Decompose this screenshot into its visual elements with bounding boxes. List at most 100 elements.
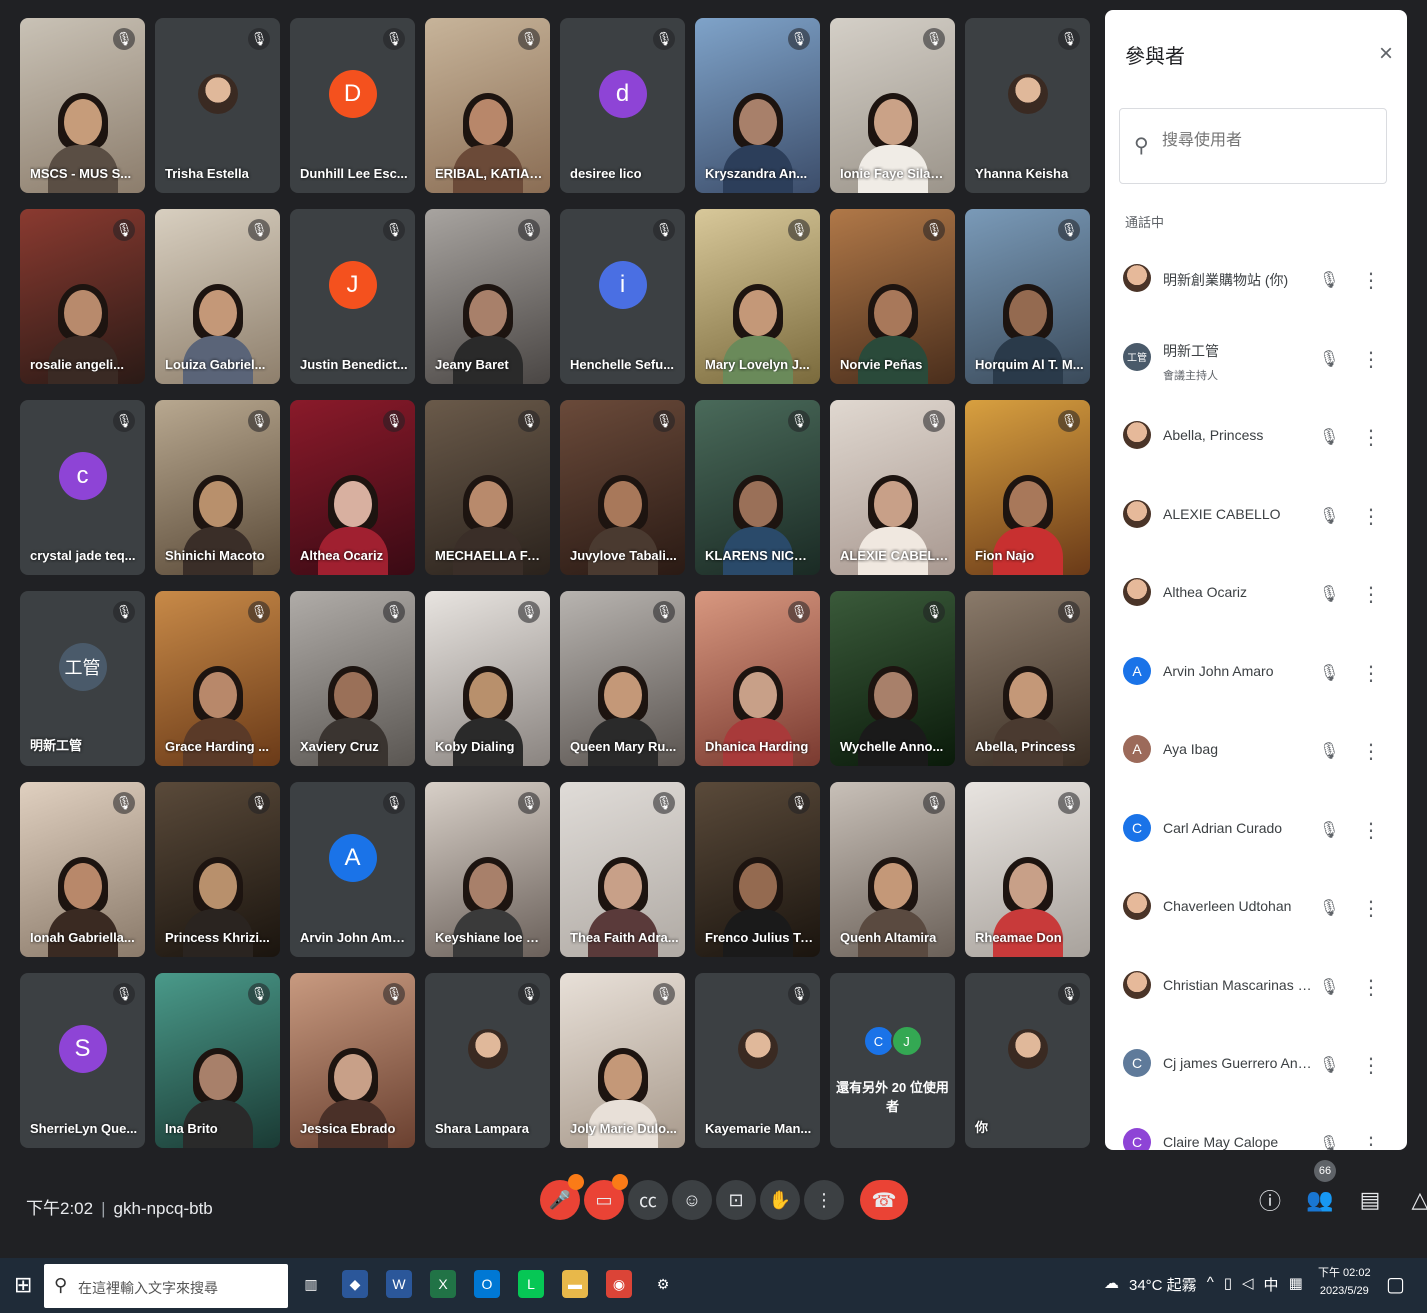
participant-row[interactable]: 明新創業購物站 (你) 🎙 ⋮ (1105, 246, 1407, 325)
participant-tile[interactable]: 🎙 Mary Lovelyn J... (695, 209, 820, 384)
participant-row[interactable]: Chaverleen Udtohan 🎙 ⋮ (1105, 874, 1407, 953)
participant-tile[interactable]: 🎙 Ina Brito (155, 973, 280, 1148)
word-icon[interactable]: W (386, 1270, 412, 1298)
participant-tile[interactable]: 🎙 MECHAELLA FA... (425, 400, 550, 575)
participant-tile[interactable]: 🎙 ALEXIE CABELLO (830, 400, 955, 575)
captions-button[interactable]: ㏄ (628, 1180, 668, 1220)
more-vert-icon[interactable]: ⋮ (1361, 425, 1381, 450)
participant-tile[interactable]: 🎙 Juvylove Tabali... (560, 400, 685, 575)
outlook-icon[interactable]: O (474, 1270, 500, 1298)
participant-tile[interactable]: 🎙 Kayemarie Man... (695, 973, 820, 1148)
participant-row[interactable]: Althea Ocariz 🎙 ⋮ (1105, 560, 1407, 639)
participant-row[interactable]: A Arvin John Amaro 🎙 ⋮ (1105, 639, 1407, 718)
participant-tile[interactable]: 🎙 Princess Khrizi... (155, 782, 280, 957)
participant-tile[interactable]: 🎙 Wychelle Anno... (830, 591, 955, 766)
meeting-details-button[interactable]: ⓘ (1256, 1186, 1284, 1214)
participant-tile[interactable]: 🎙 Keyshiane loe B... (425, 782, 550, 957)
participant-tile[interactable]: 🎙 Fion Najo (965, 400, 1090, 575)
mic-off-icon[interactable]: 🎙 (1319, 1055, 1339, 1075)
present-button[interactable]: ⊡ (716, 1180, 756, 1220)
activities-button[interactable]: △ (1406, 1186, 1427, 1214)
taskbar-clock[interactable]: 下午 02:02 2023/5/29 (1318, 1264, 1371, 1300)
notification-icon[interactable]: ▢ (1386, 1272, 1405, 1297)
participant-row[interactable]: C Cj james Guerrero Angcos 🎙 ⋮ (1105, 1031, 1407, 1110)
participant-row[interactable]: Christian Mascarinas Babia 🎙 ⋮ (1105, 953, 1407, 1032)
reactions-button[interactable]: ☺ (672, 1180, 712, 1220)
mic-off-icon[interactable]: 🎙 (1319, 1134, 1339, 1151)
mic-off-icon[interactable]: 🎙 (1319, 977, 1339, 997)
participant-tile[interactable]: 🎙 Trisha Estella (155, 18, 280, 193)
more-options-button[interactable]: ⋮ (804, 1180, 844, 1220)
participant-row[interactable]: Abella, Princess 🎙 ⋮ (1105, 403, 1407, 482)
participant-tile[interactable]: 🎙 Grace Harding ... (155, 591, 280, 766)
raise-hand-button[interactable]: ✋ (760, 1180, 800, 1220)
keyboard-icon[interactable]: ▦ (1289, 1274, 1303, 1295)
participant-tile[interactable]: 🎙 MSCS - MUS S... (20, 18, 145, 193)
settings-icon[interactable]: ⚙ (650, 1270, 676, 1298)
participant-tile[interactable]: S 🎙 SherrieLyn Que... (20, 973, 145, 1148)
mic-off-icon[interactable]: 🎙 (1319, 584, 1339, 604)
ime-indicator[interactable]: 中 (1264, 1274, 1279, 1295)
participant-tile[interactable]: A 🎙 Arvin John Ama... (290, 782, 415, 957)
participant-tile[interactable]: 🎙 Jeany Baret (425, 209, 550, 384)
more-vert-icon[interactable]: ⋮ (1361, 347, 1381, 372)
participant-tile[interactable]: 🎙 Kryszandra An... (695, 18, 820, 193)
search-field[interactable]: ⚲ (1119, 108, 1387, 184)
mic-off-icon[interactable]: 🎙 (1319, 270, 1339, 290)
participant-tile[interactable]: 🎙 ERIBAL, KATIAN... (425, 18, 550, 193)
participant-tile[interactable]: 🎙 Koby Dialing (425, 591, 550, 766)
more-vert-icon[interactable]: ⋮ (1361, 818, 1381, 843)
mic-toggle-button[interactable]: 🎤 (540, 1174, 584, 1220)
search-input[interactable] (1160, 131, 1374, 151)
participant-row[interactable]: 工管 明新工管 會議主持人 🎙 ⋮ (1105, 325, 1407, 404)
participant-tile[interactable]: 🎙 Frenco Julius Tu... (695, 782, 820, 957)
participant-tile[interactable]: i 🎙 Henchelle Sefu... (560, 209, 685, 384)
line-icon[interactable]: L (518, 1270, 544, 1298)
windows-start-icon[interactable]: ⊞ (14, 1272, 32, 1298)
weather-text[interactable]: 34°C 起霧 (1129, 1274, 1197, 1295)
participant-tile[interactable]: 🎙 rosalie angeli... (20, 209, 145, 384)
more-vert-icon[interactable]: ⋮ (1361, 268, 1381, 293)
chat-button[interactable]: ▤ (1356, 1186, 1384, 1214)
participant-row[interactable]: C Claire May Calope 🎙 ⋮ (1105, 1110, 1407, 1151)
participant-row[interactable]: ALEXIE CABELLO 🎙 ⋮ (1105, 482, 1407, 561)
more-vert-icon[interactable]: ⋮ (1361, 582, 1381, 607)
participant-tile[interactable]: 🎙 Abella, Princess (965, 591, 1090, 766)
mic-off-icon[interactable]: 🎙 (1319, 898, 1339, 918)
chrome-icon[interactable]: ◉ (606, 1270, 632, 1298)
close-icon[interactable]: × (1379, 40, 1393, 68)
mic-off-icon[interactable]: 🎙 (1319, 663, 1339, 683)
more-vert-icon[interactable]: ⋮ (1361, 739, 1381, 764)
participant-tile[interactable]: 🎙 Queen Mary Ru... (560, 591, 685, 766)
participant-tile[interactable]: 🎙 Shinichi Macoto (155, 400, 280, 575)
participant-tile[interactable]: D 🎙 Dunhill Lee Esc... (290, 18, 415, 193)
more-vert-icon[interactable]: ⋮ (1361, 504, 1381, 529)
participant-tile[interactable]: 🎙 Dhanica Harding (695, 591, 820, 766)
more-vert-icon[interactable]: ⋮ (1361, 975, 1381, 1000)
mic-off-icon[interactable]: 🎙 (1319, 741, 1339, 761)
leave-call-button[interactable]: ☎ (860, 1180, 908, 1220)
participant-tile[interactable]: 🎙 Horquim Al T. M... (965, 209, 1090, 384)
participant-tile[interactable]: 工管 🎙 明新工管 (20, 591, 145, 766)
participant-tile[interactable]: 🎙 Norvie Peñas (830, 209, 955, 384)
participant-tile[interactable]: 🎙 Xaviery Cruz (290, 591, 415, 766)
more-vert-icon[interactable]: ⋮ (1361, 661, 1381, 686)
participant-tile[interactable]: 🎙 Yhanna Keisha (965, 18, 1090, 193)
more-vert-icon[interactable]: ⋮ (1361, 896, 1381, 921)
taskbar-search[interactable]: ⚲ 在這裡輸入文字來搜尋 (44, 1264, 288, 1308)
more-vert-icon[interactable]: ⋮ (1361, 1132, 1381, 1151)
camera-toggle-button[interactable]: ▭ (584, 1174, 628, 1220)
participant-tile[interactable]: 🎙 Ionah Gabriella... (20, 782, 145, 957)
participant-tile[interactable]: 🎙 Louiza Gabriel... (155, 209, 280, 384)
mic-off-icon[interactable]: 🎙 (1319, 820, 1339, 840)
participant-tile[interactable]: J 🎙 Justin Benedict... (290, 209, 415, 384)
participant-tile[interactable]: 🎙 你 (965, 973, 1090, 1148)
participant-tile[interactable]: 🎙 Althea Ocariz (290, 400, 415, 575)
participant-tile[interactable]: 🎙 Ionie Faye Silan... (830, 18, 955, 193)
participant-tile[interactable]: 🎙 KLARENS NICO... (695, 400, 820, 575)
volume-icon[interactable]: ◁ (1242, 1274, 1254, 1295)
task-view-icon[interactable]: ▥ (298, 1270, 324, 1298)
participant-tile[interactable]: d 🎙 desiree lico (560, 18, 685, 193)
participant-tile[interactable]: 🎙 Joly Marie Dulo... (560, 973, 685, 1148)
participant-tile[interactable]: 🎙 Quenh Altamira (830, 782, 955, 957)
